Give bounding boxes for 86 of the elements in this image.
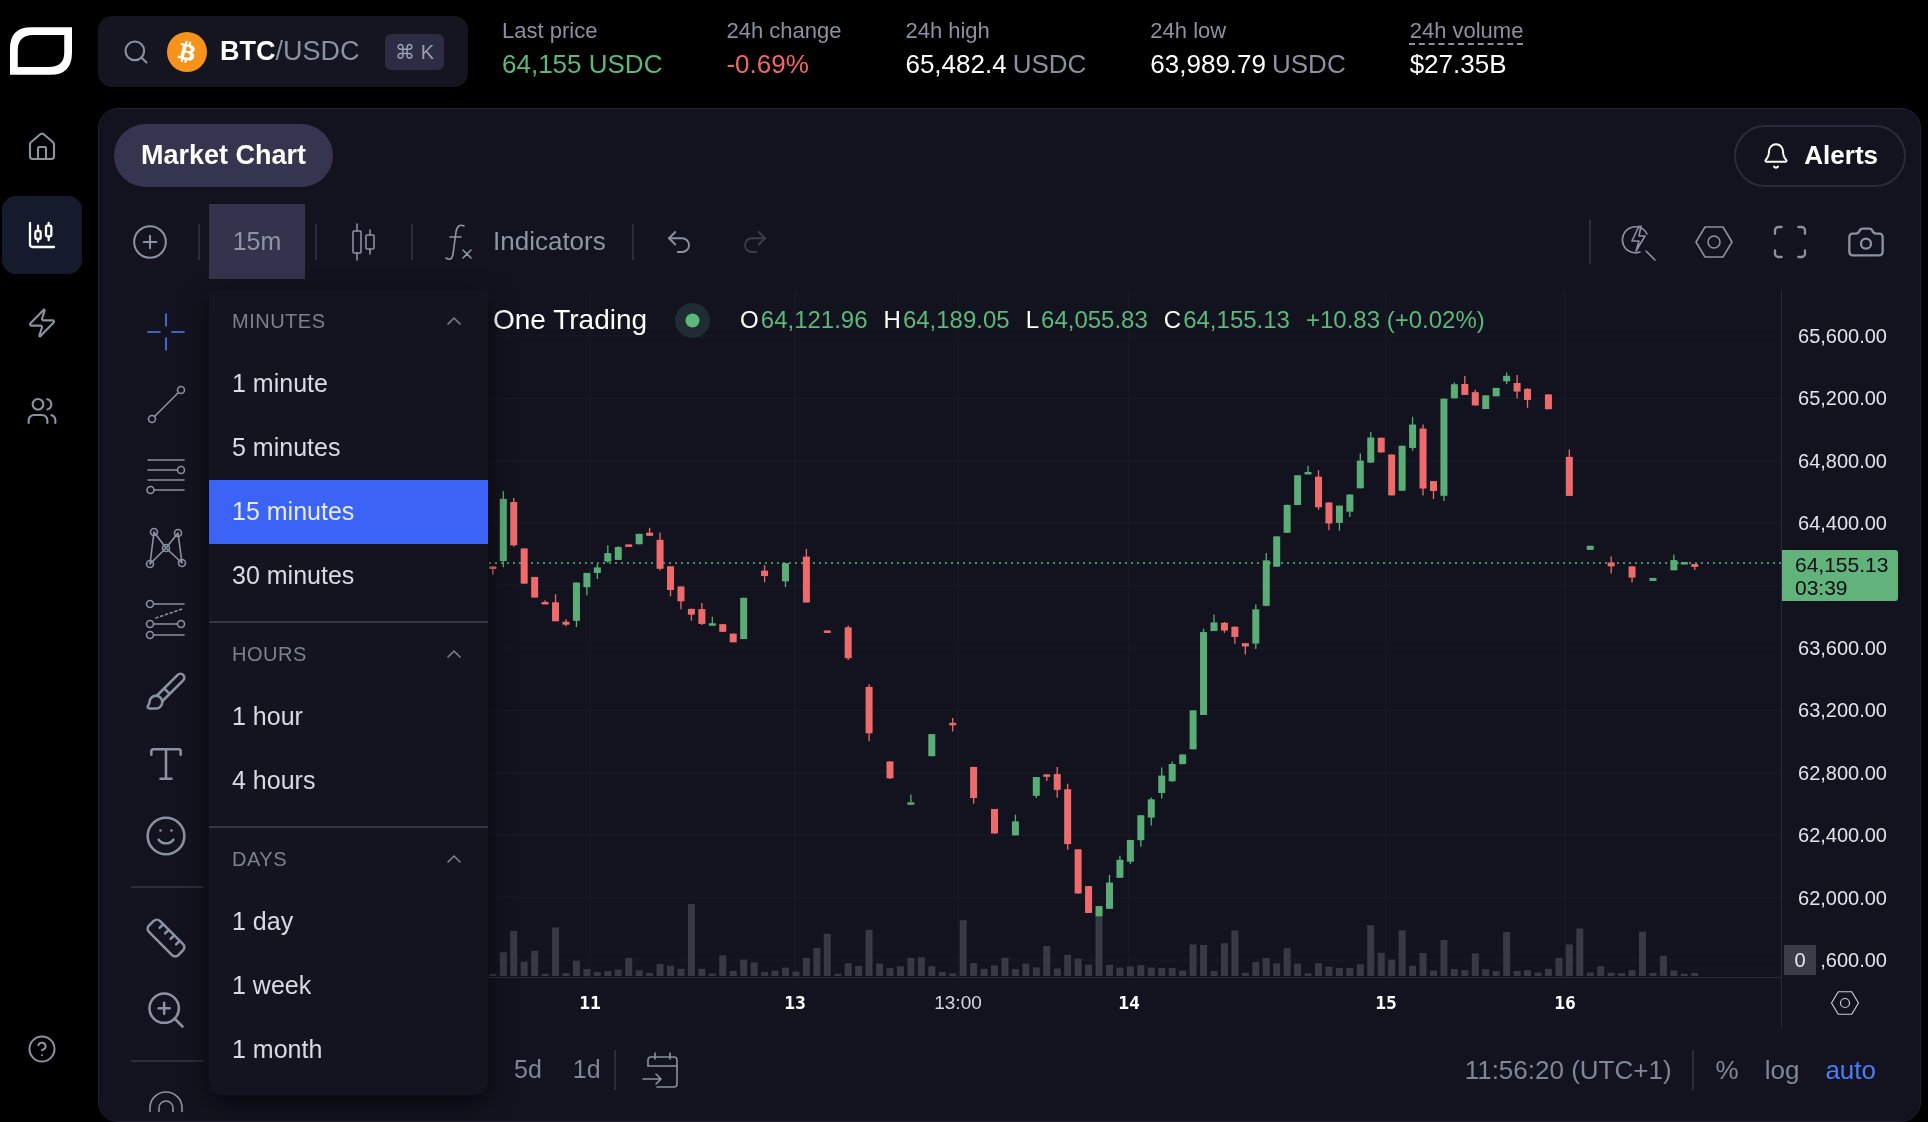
price-label: ,600.00 (1820, 949, 1887, 971)
crosshair-icon[interactable] (144, 310, 188, 354)
stat-unit: USDC (1012, 48, 1087, 81)
price-label: 63,200.00 (1798, 699, 1887, 722)
stat-label: 24h change (726, 17, 842, 45)
stat-label: 24h high (905, 17, 991, 45)
ohlc-label: H (883, 305, 901, 335)
ohlc-value: 64,055.83 (1041, 305, 1148, 335)
ohlc-label: L (1025, 305, 1040, 335)
scale-button[interactable]: % (1705, 1050, 1749, 1090)
help-icon[interactable] (27, 1034, 57, 1064)
candlestick-chart-icon (26, 219, 58, 251)
interval-button[interactable]: 15m (209, 204, 305, 279)
time-label: 16 (1554, 991, 1576, 1015)
time-label: 11 (579, 991, 601, 1015)
users-icon[interactable] (26, 395, 58, 427)
price-label: 62,800.00 (1798, 761, 1887, 784)
scale-button[interactable]: log (1754, 1050, 1810, 1090)
menu-item[interactable]: 1 week (209, 954, 488, 1018)
price-label: 65,200.00 (1798, 387, 1887, 410)
symbol-title: One Trading (493, 306, 648, 334)
range-button[interactable]: 5d (505, 1051, 551, 1089)
stat-value: -0.69% (726, 48, 809, 81)
price-label: 63,600.00 (1798, 637, 1887, 659)
nav-button[interactable] (2, 196, 82, 274)
clock-text: 11:56:20 (UTC+1) (1464, 1053, 1672, 1087)
menu-item[interactable]: 15 minutes (209, 480, 488, 544)
price-label: 64,800.00 (1798, 449, 1887, 472)
menu-item[interactable]: 1 month (209, 1018, 488, 1082)
menu-section-title[interactable]: DAYS (232, 844, 287, 874)
bitcoin-icon (167, 31, 207, 72)
shortcut-hint: ⌘ K (385, 33, 444, 70)
pattern-icon[interactable] (144, 526, 188, 570)
smiley-icon[interactable] (144, 814, 188, 858)
ohlc-label: C (1163, 305, 1182, 335)
stat-unit: USDC (1272, 48, 1346, 81)
lightning-icon[interactable] (26, 307, 58, 339)
ohlc-value: 64,155.13 (1183, 305, 1290, 335)
menu-item[interactable]: 5 minutes (209, 416, 488, 480)
ohlc-value: 64,121.96 (760, 305, 868, 335)
stat-label: 24h low (1150, 17, 1228, 45)
function-icon (443, 221, 475, 262)
time-label: 13 (784, 991, 806, 1015)
home-icon[interactable] (26, 131, 58, 163)
ruler-icon[interactable] (144, 916, 188, 960)
stat-value: $27.35B (1409, 48, 1507, 81)
menu-section-title[interactable]: HOURS (232, 639, 307, 669)
menu-item[interactable]: 1 hour (209, 685, 488, 749)
indicators-button[interactable]: Indicators (443, 221, 606, 262)
symbol-base: BTC (220, 38, 276, 65)
scale-button[interactable]: auto (1815, 1050, 1886, 1090)
stat-label: Last price (502, 17, 599, 45)
menu-item[interactable]: 30 minutes (209, 544, 488, 608)
stat-value: 64,155 USDC (502, 48, 663, 81)
alerts-button[interactable]: Alerts (1734, 124, 1906, 187)
price-label: 62,400.00 (1798, 824, 1887, 847)
menu-item[interactable]: 1 day (209, 890, 488, 954)
ohlc-label: O (740, 305, 759, 335)
time-label: 13:00 (934, 991, 982, 1015)
search-field[interactable]: BTC/USDC ⌘ K (98, 16, 468, 87)
menu-item[interactable]: 1 minute (209, 352, 488, 416)
price-label: 65,600.00 (1798, 325, 1887, 347)
app-logo[interactable] (10, 27, 72, 75)
stat-value: 63,989.79 (1150, 48, 1266, 81)
time-label: 15 (1375, 991, 1397, 1015)
volume-axis-label: 0 (1784, 945, 1816, 975)
search-icon (122, 37, 150, 66)
panel-title: Market Chart (114, 124, 334, 187)
current-price: 64,155.13 (1795, 552, 1890, 576)
price-label: 64,400.00 (1798, 512, 1887, 535)
price-label: 62,000.00 (1798, 886, 1887, 909)
calendar-arrow-icon[interactable] (639, 1050, 680, 1090)
stat-label: 24h volume (1409, 17, 1524, 45)
candlestick-icon[interactable] (351, 221, 377, 262)
countdown: 03:39 (1795, 575, 1849, 599)
menu-item[interactable]: 4 hours (209, 749, 488, 813)
time-label: 14 (1118, 991, 1140, 1015)
stat-value: 65,482.4 (905, 48, 1007, 81)
range-button[interactable]: 1d (563, 1051, 610, 1089)
symbol-quote: /USDC (275, 38, 360, 65)
menu-section-title[interactable]: MINUTES (232, 306, 326, 336)
ohlc-value: 64,189.05 (902, 305, 1010, 335)
settings-icon[interactable] (1830, 988, 1860, 1018)
add-icon[interactable] (131, 222, 169, 261)
fibonacci-lines-icon[interactable] (144, 598, 188, 642)
price-change: +10.83 (+0.02%) (1305, 305, 1485, 335)
